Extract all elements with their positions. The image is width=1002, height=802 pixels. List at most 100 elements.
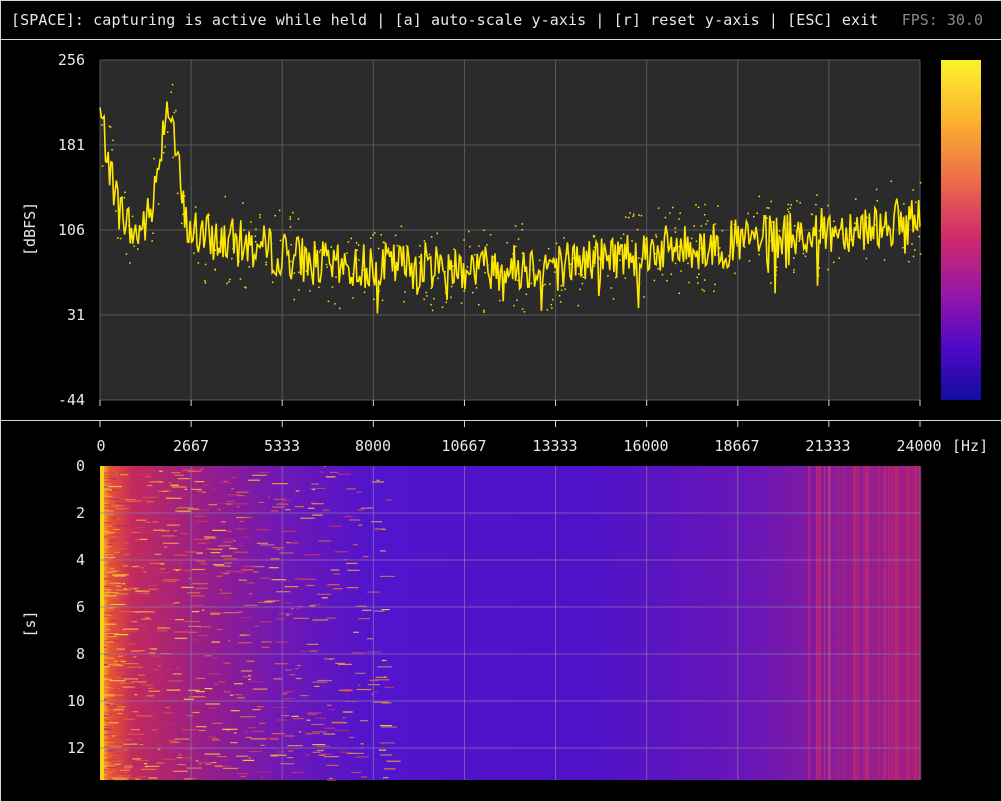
spectrogram-streak	[182, 729, 197, 731]
spectrum-point	[117, 237, 119, 239]
spectrogram-streak	[214, 765, 223, 767]
spectrogram-streak	[232, 540, 237, 542]
spectrogram-streak	[115, 670, 131, 672]
spectrum-point	[274, 214, 276, 217]
spectrogram-streak	[117, 581, 124, 583]
spectrogram-streak	[208, 707, 217, 709]
spectrogram-streak	[141, 618, 152, 620]
spectrogram-streak	[123, 592, 137, 594]
spectrogram-streak	[189, 604, 203, 606]
spectrum-point	[555, 242, 558, 245]
spectrogram-streak	[348, 752, 364, 754]
spectrogram-streak	[384, 686, 394, 688]
spectrogram-streak	[305, 554, 320, 556]
spectrum-point	[547, 247, 550, 250]
spectrogram-streak	[329, 777, 333, 779]
spectrogram-streak	[127, 666, 143, 668]
spectrogram-streak	[299, 695, 309, 697]
spectrogram-streak	[377, 666, 392, 668]
spectrogram-streak	[232, 476, 237, 479]
spectrogram-streak	[107, 555, 112, 557]
spectrum-point	[593, 265, 596, 267]
spectrogram-streak	[307, 713, 317, 715]
spectrogram-streak	[212, 564, 224, 566]
spectrogram-streak	[204, 655, 212, 657]
spectrogram-streak	[108, 570, 119, 572]
spectrogram-streak	[102, 472, 116, 474]
spectrogram-streak	[311, 604, 322, 606]
freq-tick-label: 24000	[896, 437, 942, 455]
spectrogram-streak	[283, 500, 292, 502]
spectrum-point	[577, 304, 579, 307]
spectrogram-streak	[146, 668, 149, 670]
spectrogram-streak	[108, 776, 123, 778]
spectrogram-streak	[312, 619, 329, 621]
spectrogram-streak	[174, 602, 180, 604]
spectrum-point	[172, 156, 174, 159]
spectrum-point	[309, 290, 311, 292]
spectrogram-streak	[279, 552, 294, 554]
spectrogram-streak	[381, 609, 390, 611]
spectrogram-streak	[123, 663, 139, 665]
spectrogram-streak	[248, 757, 251, 759]
spectrum-point	[226, 282, 228, 285]
spectrogram-streak	[360, 743, 364, 745]
freq-tick-label: 18667	[714, 437, 760, 455]
spectrogram-streak	[202, 491, 206, 493]
spectrogram-streak	[163, 488, 172, 490]
spectrogram-streak	[325, 476, 336, 478]
spectrogram-streak	[271, 733, 285, 735]
spectrogram-streak	[147, 584, 159, 586]
spectrogram-streak	[112, 756, 117, 758]
spectrogram-streak	[167, 669, 171, 671]
spectrogram-streak	[138, 592, 144, 594]
spectrum-point	[582, 276, 584, 278]
spectrum-point	[693, 225, 695, 227]
spectrogram-streak	[154, 553, 162, 555]
spectrogram-streak	[282, 693, 288, 695]
spectrogram-streak	[307, 733, 312, 735]
spectrum-point	[101, 165, 104, 167]
spectrogram-streak	[235, 571, 246, 573]
spectrum-point	[469, 245, 471, 248]
spectrogram-streak	[223, 662, 231, 664]
spectrogram-streak	[123, 720, 138, 723]
spectrogram-streak	[300, 517, 315, 519]
spectrum-point	[400, 225, 403, 228]
spectrogram-streak	[118, 706, 126, 708]
spectrogram-streak	[152, 669, 160, 671]
spectrogram-streak	[219, 592, 232, 594]
spectrogram-streak	[329, 471, 339, 473]
spectrogram-streak	[124, 756, 129, 758]
spectrum-point	[356, 249, 358, 251]
spectrogram-streak	[176, 537, 182, 539]
spectrum-point	[581, 282, 584, 285]
spectrogram-streak	[127, 549, 130, 551]
spectrogram-streak	[128, 643, 136, 645]
spectrum-point	[912, 255, 915, 258]
spectrogram-streak	[136, 519, 147, 521]
spectrogram-streak	[138, 674, 146, 676]
spectrum-point	[625, 216, 627, 218]
spectrogram-streak	[159, 470, 163, 472]
spectrogram-streak	[378, 749, 387, 751]
spectrum-point	[254, 241, 257, 243]
spectrogram-streak	[110, 620, 118, 622]
spectrogram-streak	[204, 753, 221, 755]
spectrum-point	[688, 281, 690, 284]
spectrogram-streak	[111, 518, 116, 520]
spectrogram-streak	[113, 516, 116, 518]
spectrogram-streak	[249, 593, 252, 595]
spectrogram-streak	[146, 695, 155, 697]
spectrogram-streak	[267, 496, 271, 498]
spectrum-point	[293, 272, 296, 274]
spectrogram-streak	[106, 503, 110, 505]
spectrogram-streak	[222, 573, 230, 575]
freq-tick-label: 16000	[623, 437, 669, 455]
spectrum-point	[352, 297, 354, 299]
spectrum-point	[425, 291, 427, 294]
spectrogram-streak	[276, 549, 281, 551]
spectrum-point	[538, 259, 541, 261]
spectrogram-streak	[157, 665, 162, 667]
spectrum-point	[418, 256, 420, 258]
